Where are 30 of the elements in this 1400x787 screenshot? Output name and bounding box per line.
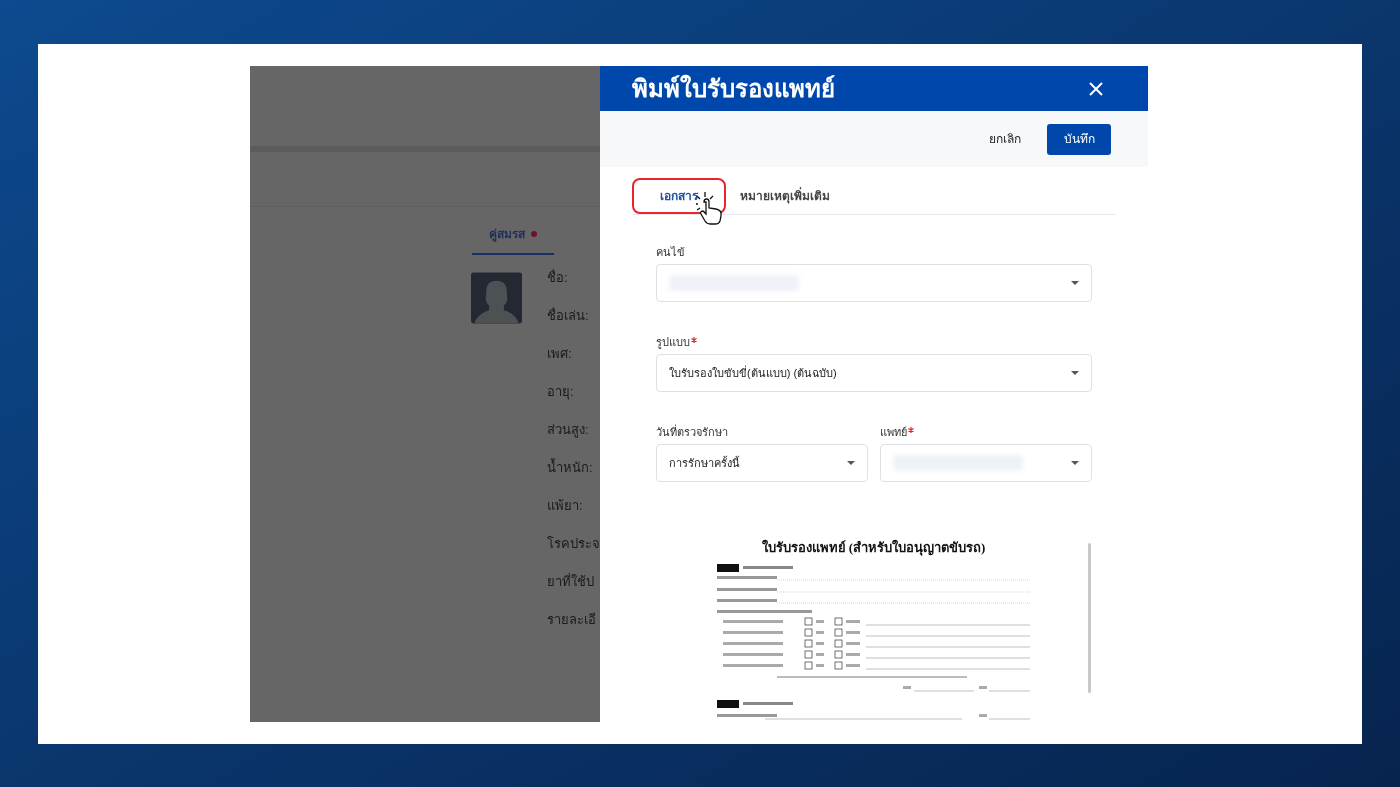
field-label: คนไข้ [656,245,686,259]
save-button[interactable]: บันทึก [1047,123,1111,155]
field-label: ชื่อ: [547,268,569,287]
field-label: แพ้ยา: [547,497,584,515]
dialog-title: พิมพ์ใบรับรองแพทย์ [632,73,835,104]
field-label: เพศ: [547,345,573,363]
field-label: อายุ: [547,383,575,401]
scrollbar[interactable] [1088,543,1091,693]
field-label: วันที่ตรวจรักษา [656,425,729,439]
field-label: ส่วนสูง: [547,421,590,439]
field-label: แพทย์ [880,425,1092,439]
select-field[interactable] [656,264,1092,302]
dropdown-caret-icon [1071,281,1079,285]
required-asterisk-icon [908,427,914,433]
field-label: น้ำหนัก: [547,458,594,477]
field-label: รูปแบบ [656,335,1092,349]
select-field[interactable]: การรักษาครั้งนี้ [656,444,868,482]
required-asterisk-icon [691,337,697,343]
field-label: โรคประจ [547,535,600,553]
field-label: รายละเอี [547,611,597,629]
select-field[interactable] [880,444,1092,482]
field-label: ยาที่ใช้ป [547,572,595,591]
select-field[interactable]: ใบรับรองใบขับขี่(ต้นแบบ) (ต้นฉบับ) [656,354,1092,392]
field-label: ชื่อเล่น: [547,306,590,325]
cancel-button[interactable]: ยกเลิก [989,130,1021,148]
dropdown-caret-icon [847,461,855,465]
dropdown-caret-icon [1071,461,1079,465]
close-button[interactable] [1088,80,1104,97]
document-title: ใบรับรองแพทย์ (สำหรับใบอนุญาตขับรถ) [760,538,987,558]
dropdown-caret-icon [1071,371,1079,375]
